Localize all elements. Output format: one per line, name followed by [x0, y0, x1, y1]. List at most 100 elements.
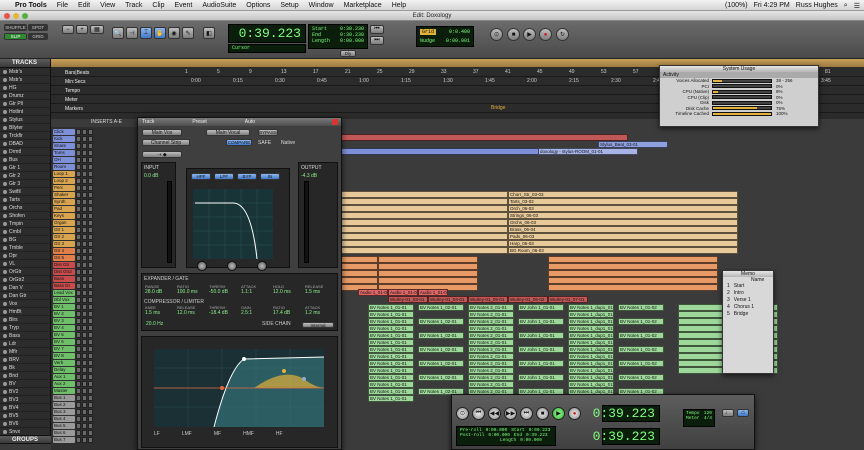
track-visibility-icon[interactable]: [3, 101, 7, 106]
track-visibility-icon[interactable]: [3, 333, 7, 338]
track-visibility-icon[interactable]: [3, 133, 7, 138]
track-list-item[interactable]: Bllyter: [0, 124, 50, 132]
dyn-param-value[interactable]: 28.0 dB: [145, 289, 171, 295]
track-visibility-icon[interactable]: [3, 181, 7, 186]
track-visibility-icon[interactable]: [3, 157, 7, 162]
audio-clip[interactable]: BV Notes 1_dup1_01: [568, 367, 614, 374]
track-visibility-icon[interactable]: [3, 317, 7, 322]
transport-record-button[interactable]: ●: [568, 407, 581, 420]
track-list-item[interactable]: Drmtl: [0, 148, 50, 156]
track-visibility-icon[interactable]: [3, 429, 7, 434]
audio-clip[interactable]: BV Notes 1_02-01: [418, 346, 464, 353]
audio-clip[interactable]: BV Notes 2_01-01: [468, 374, 514, 381]
zoomer-tool-icon[interactable]: 🔍: [112, 27, 124, 39]
preset-selector[interactable]: Main Vocal: [206, 129, 250, 136]
track-visibility-icon[interactable]: [3, 77, 7, 82]
filter-q-knob[interactable]: [227, 261, 237, 271]
audio-clip[interactable]: Wurley-01_06-02: [508, 296, 548, 303]
track-visibility-icon[interactable]: [3, 381, 7, 386]
audio-clip[interactable]: BV Notes 1_01-01: [368, 332, 414, 339]
track-list-item[interactable]: HG: [0, 84, 50, 92]
track-visibility-icon[interactable]: [3, 109, 7, 114]
audio-clip[interactable]: BV John 1_01-01: [518, 346, 564, 353]
memory-location[interactable]: 3 Verse 1: [723, 297, 773, 304]
stop-button[interactable]: ■: [507, 28, 520, 41]
audio-clip[interactable]: [548, 256, 718, 263]
eq-band-label[interactable]: HMF: [243, 431, 254, 437]
track-visibility-icon[interactable]: [3, 189, 7, 194]
plugin-tab-preset[interactable]: Preset: [192, 118, 206, 126]
track-list-item[interactable]: Dan V: [0, 284, 50, 292]
dyn-param-value[interactable]: 1.5 ms: [305, 289, 331, 295]
track-list-item[interactable]: DBAD: [0, 140, 50, 148]
track-visibility-icon[interactable]: [3, 301, 7, 306]
track-header[interactable]: Bus 7: [51, 436, 138, 444]
track-list-item[interactable]: Dpr: [0, 252, 50, 260]
audio-clip[interactable]: BV Notes 2_01-01: [468, 353, 514, 360]
comp-param-value[interactable]: 17.4 dB: [273, 310, 299, 316]
track-visibility-icon[interactable]: [3, 397, 7, 402]
track-list-item[interactable]: BRV: [0, 356, 50, 364]
track-visibility-icon[interactable]: [3, 373, 7, 378]
record-button[interactable]: [76, 437, 81, 443]
loop-button[interactable]: ↻: [556, 28, 569, 41]
menu-event[interactable]: Event: [169, 2, 197, 9]
eq-graph[interactable]: [154, 349, 324, 427]
transport-goto-end-button[interactable]: ⏭: [520, 407, 533, 420]
menu-edit[interactable]: Edit: [73, 2, 95, 9]
bypass-button[interactable]: BYPASS: [258, 129, 278, 136]
dly-button[interactable]: Dly: [340, 50, 356, 57]
audio-clip[interactable]: BV Notes 1_01-02: [618, 346, 664, 353]
eq-band-label[interactable]: LF: [154, 431, 160, 437]
track-list-item[interactable]: Ldr: [0, 340, 50, 348]
user-text[interactable]: Russ Hughes: [796, 2, 838, 9]
menu-track[interactable]: Track: [120, 2, 147, 9]
track-list-item[interactable]: OrGtr: [0, 268, 50, 276]
audio-clip[interactable]: Brass_06-04: [508, 226, 738, 233]
filter-graph[interactable]: [193, 189, 273, 259]
track-list-item[interactable]: Crnbl: [0, 228, 50, 236]
memory-location[interactable]: 1 Start: [723, 283, 773, 290]
track-visibility-icon[interactable]: [3, 293, 7, 298]
track-list-item[interactable]: VL: [0, 260, 50, 268]
track-visibility-icon[interactable]: [3, 341, 7, 346]
zoom-window-button[interactable]: [22, 13, 28, 19]
audio-clip[interactable]: BV Notes 1_02-01: [418, 360, 464, 367]
meter-value[interactable]: 4/4: [704, 416, 712, 421]
track-visibility-icon[interactable]: [3, 197, 7, 202]
menu-view[interactable]: View: [95, 2, 120, 9]
track-visibility-icon[interactable]: [3, 365, 7, 370]
track-list-item[interactable]: Swifil: [0, 188, 50, 196]
nudge-label[interactable]: Nudge: [420, 38, 435, 44]
comp-param-value[interactable]: 1.2 ms: [305, 310, 331, 316]
track-list-item[interactable]: Bk: [0, 364, 50, 372]
groups-header[interactable]: GROUPS: [0, 436, 51, 444]
comp-param[interactable]: GAIN 2.5:1: [241, 305, 267, 316]
track-list-item[interactable]: Blrs: [0, 316, 50, 324]
track-visibility-icon[interactable]: [3, 117, 7, 122]
audio-clip[interactable]: doxology - stylus-ROOM_01-01: [538, 148, 638, 155]
audio-clip[interactable]: BV John 1_01-01: [518, 374, 564, 381]
audio-clip[interactable]: BV John 1_01-01: [518, 318, 564, 325]
track-visibility-icon[interactable]: [3, 285, 7, 290]
audio-clip[interactable]: BV Notes 2_01-01: [468, 339, 514, 346]
close-window-button[interactable]: [4, 13, 10, 19]
audio-clip[interactable]: BV Notes 1_01-02: [618, 374, 664, 381]
audio-clip[interactable]: [548, 270, 718, 277]
transport-stop-button[interactable]: ■: [536, 407, 549, 420]
audio-clip[interactable]: BV John 1_01-01: [518, 332, 564, 339]
menu-file[interactable]: File: [52, 2, 73, 9]
comp-param-value[interactable]: 12.0 ms: [177, 310, 203, 316]
filter-mode-button[interactable]: HPF: [191, 173, 211, 180]
memory-location[interactable]: 2 Intro: [723, 290, 773, 297]
audio-clip[interactable]: BV Notes 1_dup1_01: [568, 353, 614, 360]
track-list-item[interactable]: Gtr 2: [0, 172, 50, 180]
audio-clip[interactable]: BV Notes 1_01-02: [618, 318, 664, 325]
audio-clip[interactable]: Audio 1_01-02: [388, 289, 418, 296]
audio-clip[interactable]: BV Notes 1_dup1_01: [568, 311, 614, 318]
menu-marketplace[interactable]: Marketplace: [339, 2, 387, 9]
dyn-param-value[interactable]: -50.0 dB: [209, 289, 235, 295]
track-list-item[interactable]: Drumz: [0, 92, 50, 100]
track-list-item[interactable]: Mstr's: [0, 76, 50, 84]
audio-clip[interactable]: BV Notes 1_01-01: [368, 318, 414, 325]
